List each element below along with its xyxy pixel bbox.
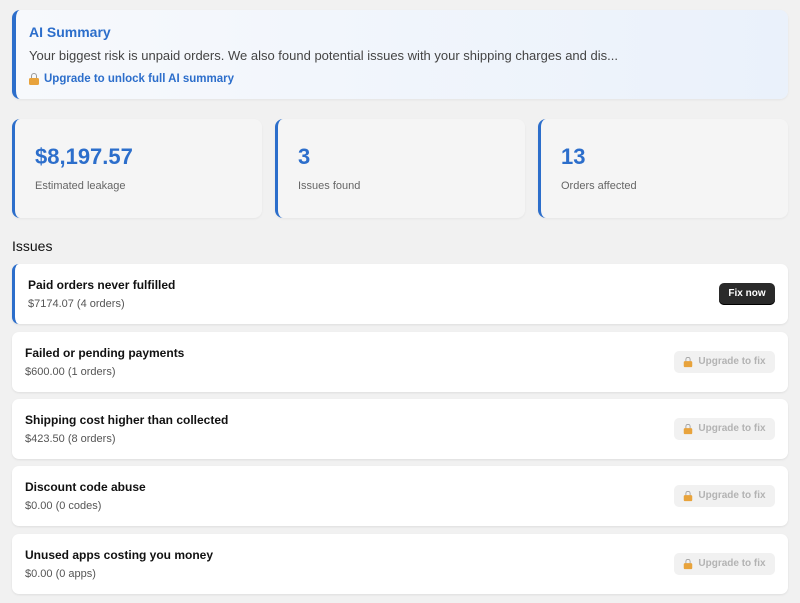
upgrade-to-fix-button[interactable]: Upgrade to fix [674, 485, 775, 507]
ai-summary-title: AI Summary [29, 24, 111, 40]
stat-value: 13 [561, 144, 586, 169]
issue-subtitle: $7174.07 (4 orders) [28, 298, 125, 310]
upgrade-to-fix-button[interactable]: Upgrade to fix [674, 351, 775, 373]
fix-now-button[interactable]: Fix now [719, 283, 775, 305]
ai-upgrade-link[interactable]: Upgrade to unlock full AI summary [29, 72, 774, 86]
lock-icon [29, 73, 39, 85]
ai-upgrade-label: Upgrade to unlock full AI summary [44, 73, 234, 85]
issues-heading: Issues [12, 238, 53, 254]
upgrade-to-fix-button[interactable]: Upgrade to fix [674, 418, 775, 440]
upgrade-to-fix-label: Upgrade to fix [698, 558, 766, 569]
stat-estimated-leakage: $8,197.57 Estimated leakage [12, 119, 262, 218]
stat-orders-affected: 13 Orders affected [538, 119, 788, 218]
lock-icon [684, 356, 693, 368]
stat-label: Issues found [298, 180, 361, 192]
ai-summary-card: AI Summary Your biggest risk is unpaid o… [12, 10, 788, 99]
upgrade-to-fix-button[interactable]: Upgrade to fix [674, 553, 775, 575]
upgrade-to-fix-label: Upgrade to fix [698, 490, 766, 501]
issue-row-failed-payments: Failed or pending payments $600.00 (1 or… [12, 332, 788, 392]
issue-row-shipping-cost: Shipping cost higher than collected $423… [12, 399, 788, 459]
stat-issues-found: 3 Issues found [275, 119, 525, 218]
stat-value: $8,197.57 [35, 144, 133, 169]
stat-label: Orders affected [561, 180, 637, 192]
ai-summary-text: Your biggest risk is unpaid orders. We a… [29, 48, 618, 63]
stat-value: 3 [298, 144, 311, 169]
upgrade-to-fix-label: Upgrade to fix [698, 423, 766, 434]
issue-row-unused-apps: Unused apps costing you money $0.00 (0 a… [12, 534, 788, 594]
issue-row-discount-abuse: Discount code abuse $0.00 (0 codes) Upgr… [12, 466, 788, 526]
issue-row-paid-orders: Paid orders never fulfilled $7174.07 (4 … [12, 264, 788, 324]
stat-label: Estimated leakage [35, 180, 126, 192]
lock-icon [684, 423, 693, 435]
lock-icon [684, 490, 693, 502]
lock-icon [684, 558, 693, 570]
upgrade-to-fix-label: Upgrade to fix [698, 356, 766, 367]
issue-title: Paid orders never fulfilled [28, 278, 176, 292]
